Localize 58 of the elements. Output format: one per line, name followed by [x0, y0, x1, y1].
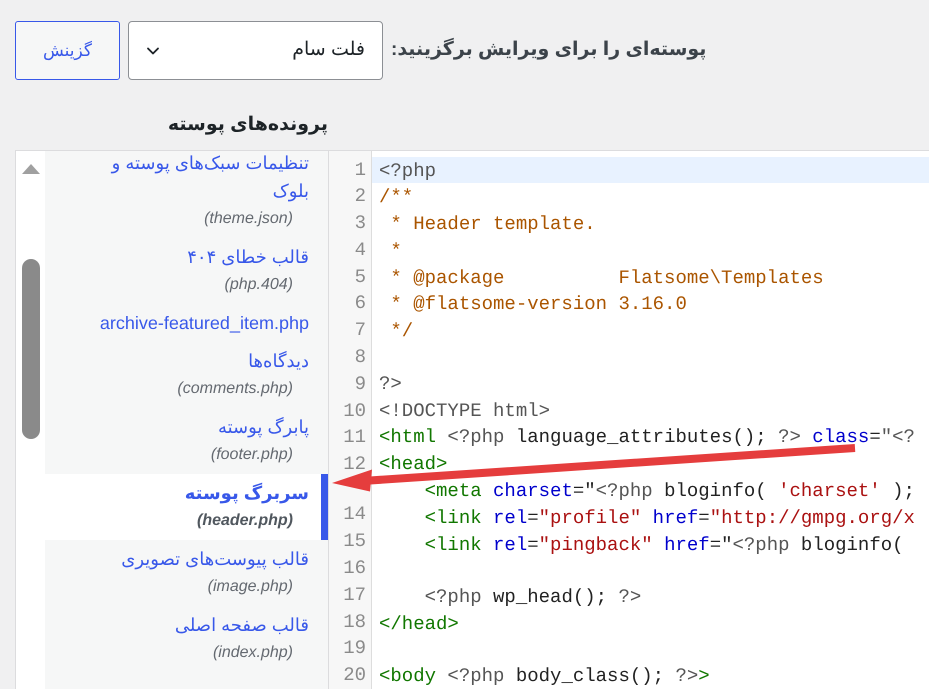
theme-select[interactable]: فلت سام — [128, 21, 383, 80]
file-title: پابرگ پوسته — [218, 416, 309, 440]
line-number: 3 — [354, 211, 366, 236]
code-line: /** — [379, 186, 414, 208]
code-line: <head> — [379, 453, 448, 476]
code-line: <?php — [379, 160, 436, 182]
file-title: archive-featured_item.php — [100, 312, 309, 335]
file-title: قالب صفحه اصلی — [174, 614, 309, 637]
line-number: 5 — [354, 264, 366, 290]
code-line: <!DOCTYPE html> — [379, 400, 550, 422]
file-title: تنظیمات سبک‌های پوسته و بلوک — [110, 152, 309, 204]
code-line: */ — [389, 320, 414, 342]
code-line: <?php wp_head(); ?> — [424, 586, 642, 608]
file-name: (index.php) — [212, 643, 293, 663]
code-editor[interactable] — [328, 150, 929, 689]
select-button[interactable]: گزینش — [15, 21, 120, 80]
code-line: <link rel="profile" href="http://gmpg.org/x — [424, 506, 915, 529]
line-number: 18 — [343, 610, 366, 635]
file-name: (footer.php) — [210, 445, 293, 465]
line-number: 19 — [343, 636, 366, 662]
file-name: (theme.json) — [204, 209, 293, 229]
code-line: </head> — [379, 612, 459, 635]
code-line: * — [389, 240, 402, 262]
code-line: <meta charset="<?php bloginfo( 'charset' ); — [424, 480, 915, 502]
line-number: 4 — [354, 238, 366, 263]
file-name: (php.404) — [224, 275, 293, 295]
line-number: 9 — [354, 372, 366, 397]
file-title: قالب پیوست‌های تصویری — [121, 548, 309, 572]
code-line: <html <?php language_attributes(); ?> class="<? — [379, 426, 915, 448]
code-line: * @flatsome-version 3.16.0 — [389, 293, 687, 316]
line-number: 7 — [354, 318, 366, 344]
line-number: 20 — [343, 663, 366, 688]
code-line: <body <?php body_class(); ?>> — [379, 665, 710, 688]
file-title: سربرگ پوسته — [184, 482, 309, 506]
line-number: 12 — [343, 452, 366, 478]
line-number: 17 — [343, 582, 366, 608]
line-number: 1 — [354, 158, 366, 182]
file-name: (image.php) — [208, 577, 293, 597]
theme-select-label: پوسته‌ای را برای ویرایش برگزینید: — [391, 36, 706, 62]
code-line: * @package Flatsome\Templates — [389, 266, 824, 289]
file-title: دیدگاه‌ها — [248, 350, 309, 373]
file-name: (header.php) — [196, 511, 293, 531]
code-line: ?> — [379, 372, 402, 395]
code-line: * Header template. — [389, 213, 596, 236]
theme-files-heading: پرونده‌های پوسته — [168, 113, 328, 137]
scrollbar-thumb[interactable] — [22, 259, 40, 439]
line-number: 15 — [343, 529, 366, 554]
file-title: قالب خطای ۴۰۴ — [187, 246, 309, 269]
line-number: 8 — [354, 345, 366, 370]
line-number: 16 — [343, 556, 366, 582]
line-number: 11 — [343, 425, 366, 450]
scroll-up-icon[interactable] — [22, 164, 40, 174]
line-number: 10 — [343, 398, 366, 424]
line-number: 14 — [343, 502, 366, 528]
code-line: <link rel="pingback" href="<?php bloginfo( — [424, 534, 904, 556]
file-name: (comments.php) — [177, 379, 293, 399]
line-number: 6 — [354, 291, 366, 316]
line-number: 2 — [354, 184, 366, 210]
